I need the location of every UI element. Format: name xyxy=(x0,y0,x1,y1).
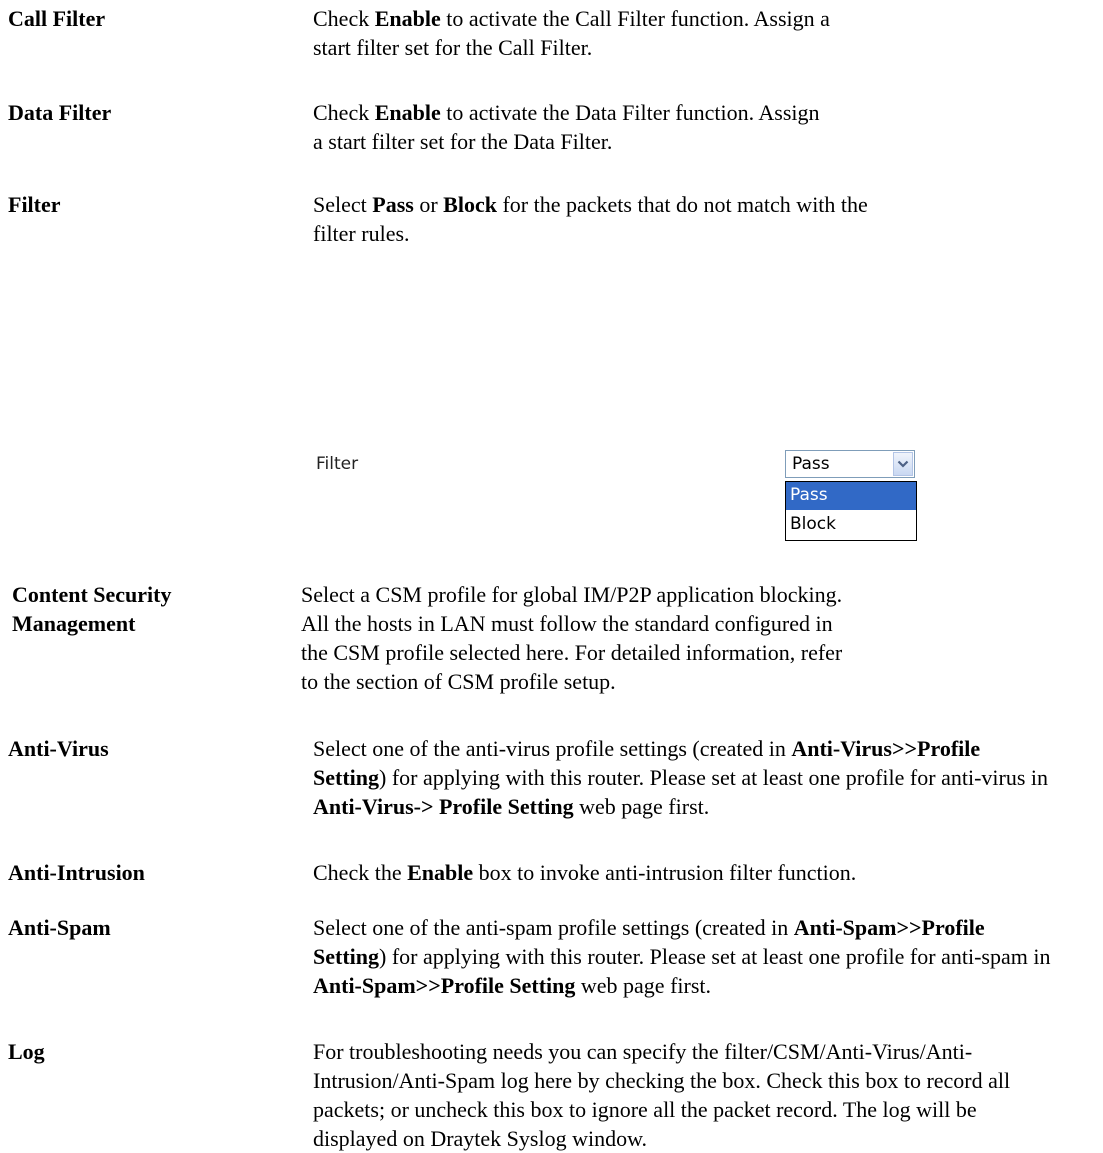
desc-anti-intrusion: Check the Enable box to invoke anti-intr… xyxy=(313,860,857,885)
filter-option-pass[interactable]: Pass xyxy=(786,482,916,510)
term-csm-line-2: Management xyxy=(12,611,136,636)
term-log: Log xyxy=(8,1039,45,1064)
term-anti-intrusion: Anti-Intrusion xyxy=(8,860,145,885)
desc-data-filter: Check Enable to activate the Data Filter… xyxy=(313,100,820,154)
desc-filter: Select Pass or Block for the packets tha… xyxy=(313,192,868,246)
term-content-security-management: Content Security Management xyxy=(12,580,171,638)
term-anti-virus: Anti-Virus xyxy=(8,736,109,761)
filter-option-block[interactable]: Block xyxy=(786,511,916,539)
desc-anti-virus: Select one of the anti-virus profile set… xyxy=(313,736,1049,819)
term-call-filter: Call Filter xyxy=(8,6,106,31)
chevron-down-icon[interactable] xyxy=(893,452,913,476)
term-data-filter: Data Filter xyxy=(8,100,112,125)
term-csm-line-1: Content Security xyxy=(12,582,172,607)
desc-log: For troubleshooting needs you can specif… xyxy=(313,1039,1011,1151)
filter-widget-label: Filter xyxy=(316,454,359,474)
desc-content-security-management: Select a CSM profile for global IM/P2P a… xyxy=(301,582,843,694)
desc-call-filter: Check Enable to activate the Call Filter… xyxy=(313,6,830,60)
filter-select-value: Pass xyxy=(792,454,830,474)
term-anti-spam: Anti-Spam xyxy=(8,915,111,940)
filter-options-list: Pass Block xyxy=(785,481,917,541)
filter-select[interactable]: Pass xyxy=(785,450,915,478)
desc-anti-spam: Select one of the anti-spam profile sett… xyxy=(313,915,1051,998)
term-filter: Filter xyxy=(8,192,61,217)
